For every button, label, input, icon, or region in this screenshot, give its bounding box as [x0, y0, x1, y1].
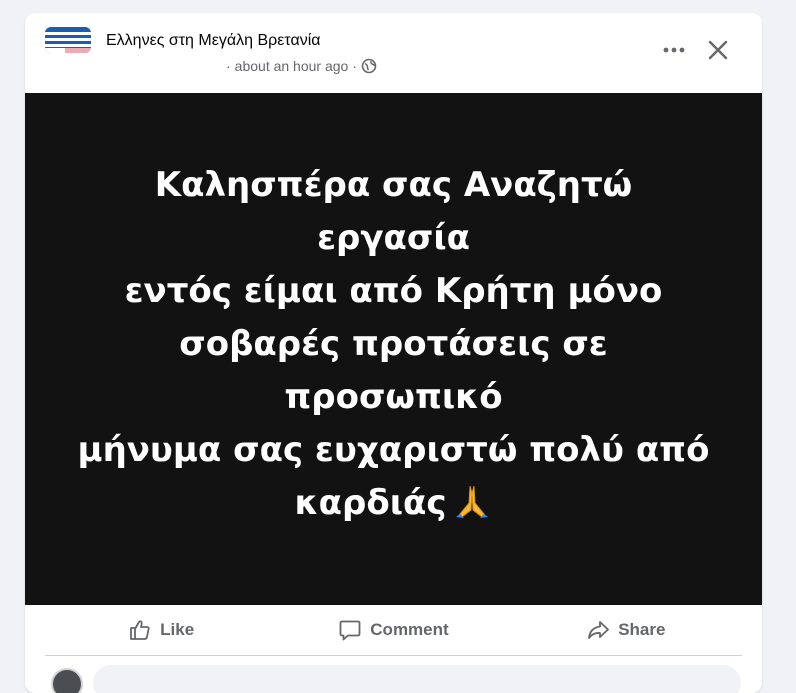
share-icon — [588, 621, 610, 639]
share-label: Share — [618, 620, 666, 639]
close-button[interactable] — [705, 37, 731, 63]
greek-flag-image — [45, 27, 91, 53]
post-card: Ελληνες στη Μεγάλη Βρετανία · about an h… — [25, 13, 762, 693]
group-avatar[interactable] — [45, 27, 91, 53]
comment-icon — [339, 620, 361, 641]
post-image-text: Καλησπέρα σας Αναζητώ εργασία εντός είμα… — [74, 159, 714, 535]
post-text-line: καρδιάς — [294, 482, 447, 523]
meta-separator: · — [226, 58, 231, 74]
thumbs-up-icon — [130, 620, 150, 640]
like-button[interactable]: Like — [45, 612, 277, 648]
share-button[interactable]: Share — [510, 612, 742, 648]
comment-composer — [45, 664, 742, 693]
post-header: Ελληνες στη Μεγάλη Βρετανία · about an h… — [25, 13, 762, 93]
more-options-button[interactable] — [659, 40, 689, 60]
comment-input[interactable] — [93, 665, 741, 693]
comment-label: Comment — [370, 620, 449, 639]
like-label: Like — [160, 620, 195, 639]
comment-button[interactable]: Comment — [277, 612, 509, 648]
post-timestamp[interactable]: about an hour ago — [235, 58, 349, 74]
post-meta: · about an hour ago · — [226, 58, 377, 74]
meta-separator: · — [352, 58, 357, 74]
more-horizontal-icon — [663, 47, 685, 53]
post-text-line: Καλησπέρα σας Αναζητώ εργασία — [154, 164, 633, 258]
globe-icon[interactable] — [361, 58, 377, 74]
folded-hands-emoji-icon — [452, 482, 492, 535]
group-name-link[interactable]: Ελληνες στη Μεγάλη Βρετανία — [106, 32, 321, 50]
post-text-line: σοβαρές προτάσεις σε προσωπικό — [179, 323, 608, 417]
post-image[interactable]: Καλησπέρα σας Αναζητώ εργασία εντός είμα… — [25, 93, 762, 605]
current-user-avatar[interactable] — [51, 668, 83, 693]
post-action-bar: Like Comment Share — [45, 605, 742, 656]
post-text-line: μήνυμα σας ευχαριστώ πολύ από — [77, 429, 710, 470]
post-text-line: εντός είμαι από Κρήτη μόνο — [124, 270, 663, 311]
close-icon — [708, 40, 728, 60]
post-text-line-last: καρδιάς — [74, 477, 714, 535]
